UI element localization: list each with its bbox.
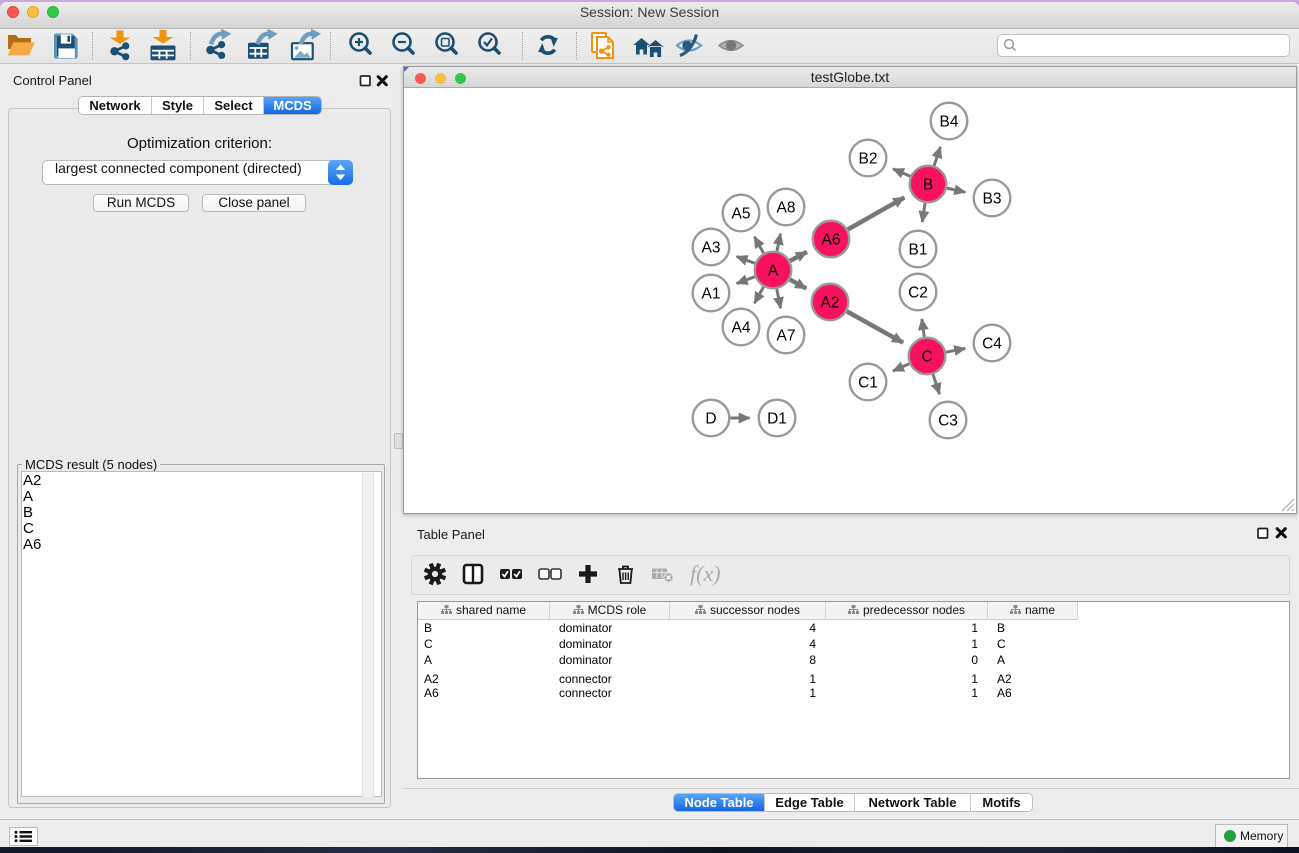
svg-text:A5: A5 xyxy=(732,205,751,222)
svg-text:A3: A3 xyxy=(702,239,721,256)
svg-text:D1: D1 xyxy=(767,410,787,427)
svg-text:A: A xyxy=(768,262,779,279)
svg-text:C4: C4 xyxy=(982,335,1002,352)
svg-text:B4: B4 xyxy=(940,113,959,130)
svg-text:C: C xyxy=(921,348,932,365)
svg-text:A2: A2 xyxy=(821,294,840,311)
svg-text:A1: A1 xyxy=(702,285,721,302)
svg-text:C2: C2 xyxy=(908,284,928,301)
svg-text:D: D xyxy=(705,410,716,427)
svg-text:B: B xyxy=(923,176,933,193)
svg-text:B3: B3 xyxy=(983,190,1002,207)
svg-text:f(x): f(x) xyxy=(690,561,721,586)
svg-text:C3: C3 xyxy=(938,412,958,429)
svg-text:A8: A8 xyxy=(777,199,796,216)
svg-text:A4: A4 xyxy=(732,319,751,336)
svg-text:A7: A7 xyxy=(777,327,796,344)
svg-text:C1: C1 xyxy=(858,374,878,391)
svg-text:A6: A6 xyxy=(822,231,841,248)
svg-text:B1: B1 xyxy=(909,241,928,258)
svg-text:B2: B2 xyxy=(859,150,878,167)
